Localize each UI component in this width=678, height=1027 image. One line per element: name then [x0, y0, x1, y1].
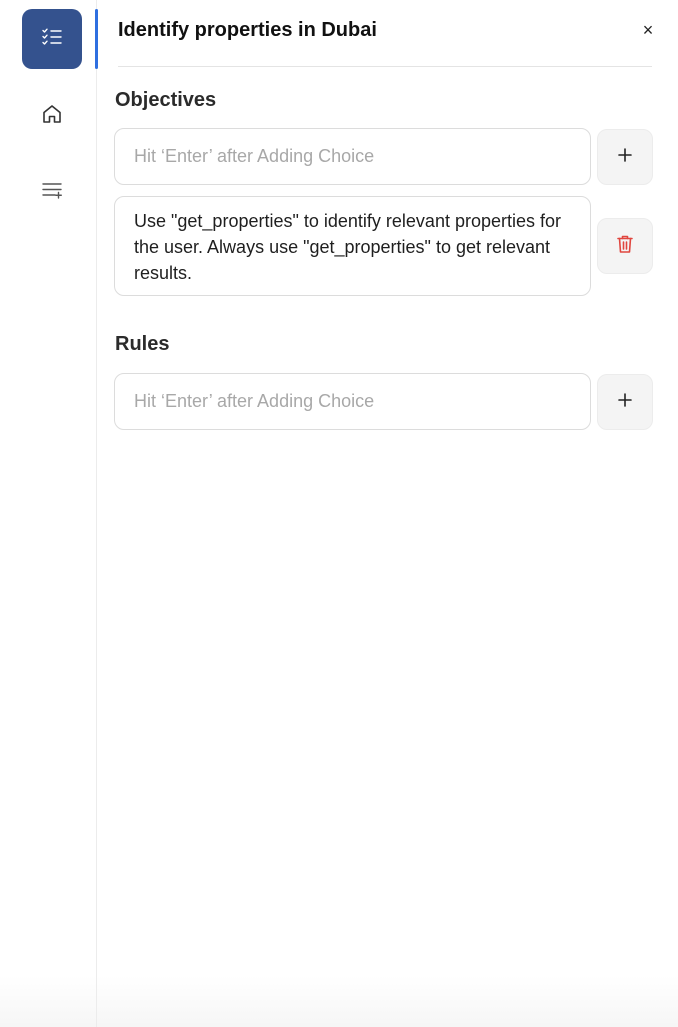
app-window: Identify properties in Dubai × Objective…	[0, 0, 678, 1027]
active-accent-bar	[95, 9, 98, 69]
sidebar	[0, 0, 97, 1027]
rules-input[interactable]	[115, 374, 590, 429]
sidebar-item-list[interactable]	[22, 162, 82, 222]
sidebar-item-objectives[interactable]	[22, 9, 82, 69]
checklist-icon	[40, 25, 64, 54]
plus-icon	[618, 392, 632, 412]
objectives-heading: Objectives	[115, 89, 217, 111]
rules-input-wrapper	[114, 373, 591, 430]
objectives-input[interactable]	[115, 129, 590, 184]
sidebar-item-home[interactable]	[22, 86, 82, 146]
objectives-panel: Identify properties in Dubai × Objective…	[95, 0, 678, 1027]
header-divider	[118, 66, 652, 67]
list-add-icon	[40, 178, 64, 207]
add-objective-button[interactable]	[597, 129, 653, 185]
home-icon	[40, 102, 64, 131]
objective-choice-text: Use "get_properties" to identify relevan…	[134, 211, 561, 283]
plus-icon	[618, 147, 632, 167]
objectives-input-wrapper	[114, 128, 591, 185]
delete-objective-button[interactable]	[597, 218, 653, 274]
add-rule-button[interactable]	[597, 374, 653, 430]
close-button[interactable]: ×	[636, 18, 660, 42]
rules-heading: Rules	[115, 333, 170, 355]
close-icon: ×	[642, 19, 654, 40]
trash-icon	[616, 234, 634, 259]
page-title: Identify properties in Dubai	[118, 19, 377, 41]
objective-choice[interactable]: Use "get_properties" to identify relevan…	[114, 196, 591, 296]
